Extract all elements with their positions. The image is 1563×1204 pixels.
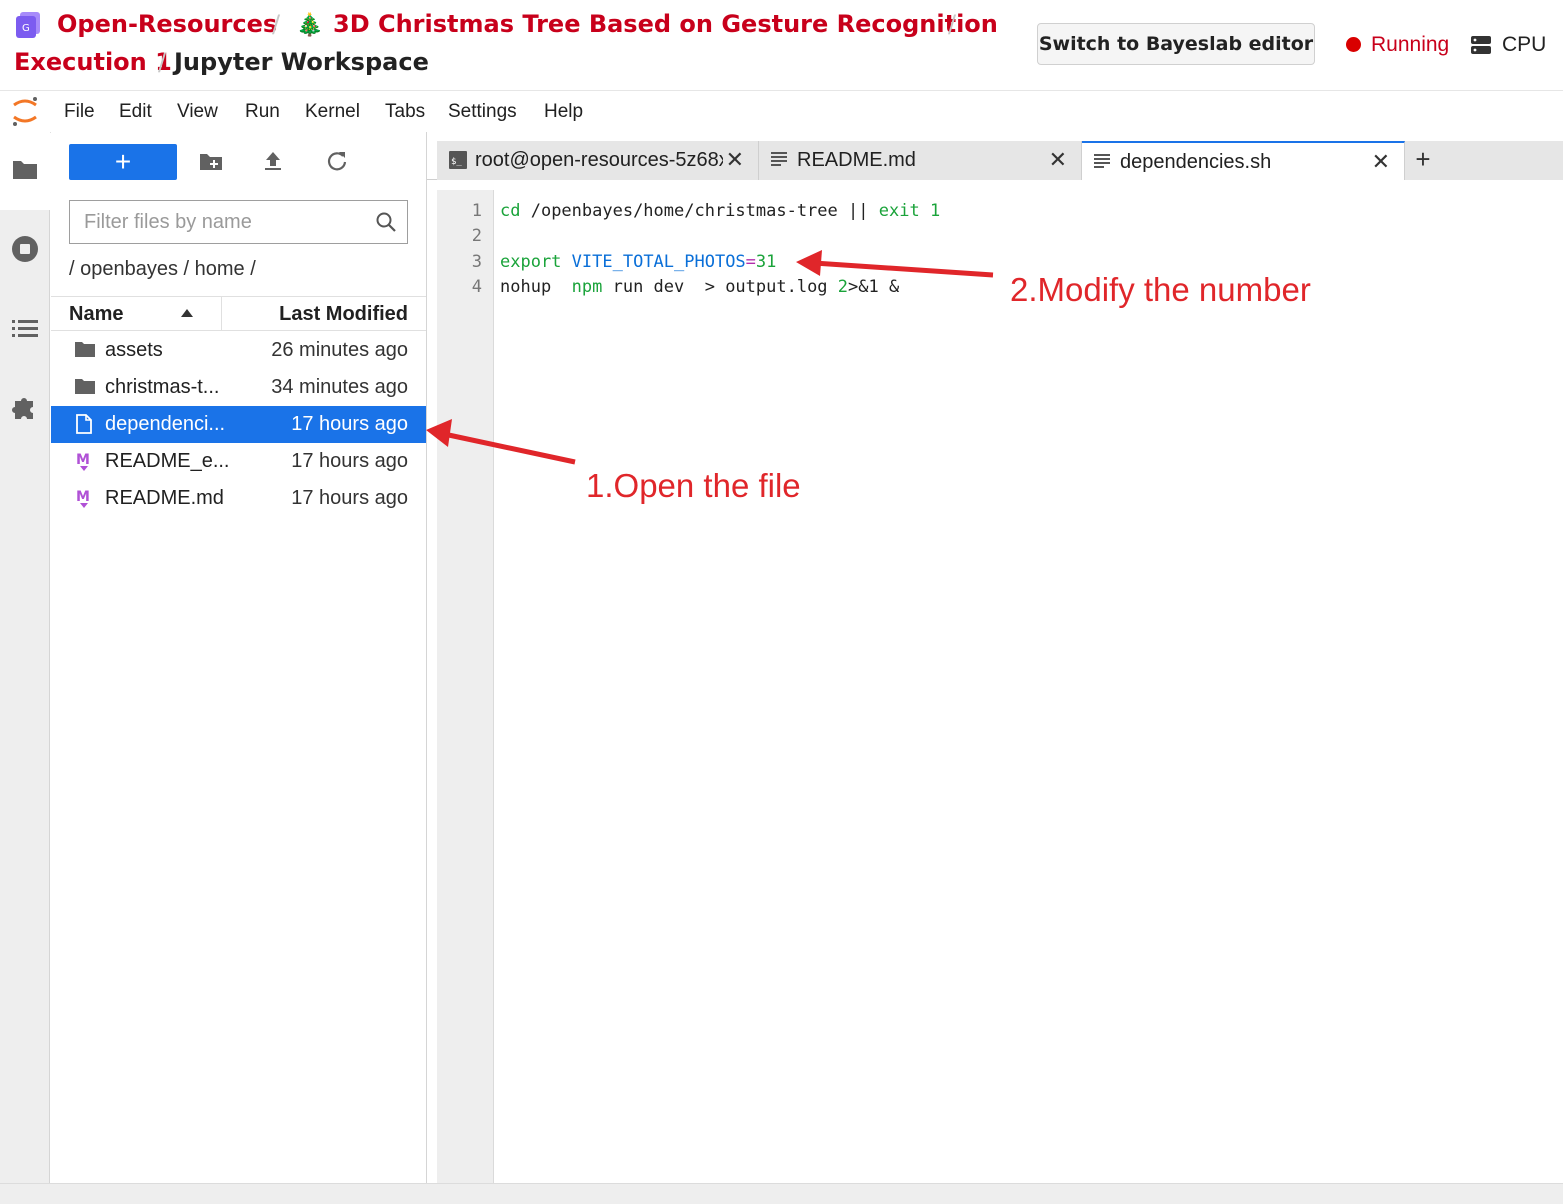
folder-icon [75, 342, 95, 357]
running-status-text: Running [1371, 33, 1450, 56]
file-row-christmas-tree[interactable]: christmas-t... 34 minutes ago [51, 369, 426, 406]
new-folder-icon[interactable] [199, 150, 223, 172]
column-divider[interactable] [221, 297, 222, 330]
menu-help[interactable]: Help [544, 101, 583, 123]
arrowhead-icon [426, 419, 452, 447]
file-name: assets [105, 339, 163, 361]
jupyter-logo-icon [13, 97, 37, 126]
breadcrumb-separator: / [158, 48, 167, 76]
code-token: || [848, 201, 869, 221]
file-modified: 34 minutes ago [271, 376, 408, 398]
tab-dependencies[interactable]: dependencies.sh ✕ [1082, 141, 1405, 180]
new-launcher-button[interactable]: + [69, 144, 177, 180]
refresh-icon[interactable] [326, 150, 348, 172]
activity-bar [0, 132, 50, 1203]
status-bar [0, 1183, 1563, 1204]
file-name: README.md [105, 487, 224, 509]
list-icon[interactable] [12, 318, 38, 340]
menu-bar [0, 91, 1563, 133]
breadcrumb-project[interactable]: 3D Christmas Tree Based on Gesture Recog… [333, 10, 998, 38]
markdown-icon: M [76, 489, 90, 508]
file-modified: 17 hours ago [291, 413, 408, 435]
puzzle-icon[interactable] [11, 393, 39, 421]
code-token: /openbayes/home/christmas-tree [520, 201, 848, 221]
code-token: exit [878, 201, 920, 221]
code-token: 1 [929, 201, 941, 221]
arrow-modify-number [813, 260, 994, 278]
file-icon [76, 414, 92, 434]
annotation-arrows [426, 250, 994, 465]
close-icon[interactable]: ✕ [1049, 149, 1067, 171]
file-row-readme-e[interactable]: M README_e... 17 hours ago [51, 443, 426, 480]
file-modified: 17 hours ago [291, 450, 408, 472]
file-name: christmas-t... [105, 376, 220, 398]
file-row-dependencies[interactable]: dependenci... 17 hours ago [51, 406, 426, 443]
file-modified: 17 hours ago [291, 487, 408, 509]
switch-editor-button[interactable]: Switch to Bayeslab editor [1037, 23, 1315, 65]
christmas-tree-emoji-icon: 🎄 [296, 12, 324, 37]
menu-settings[interactable]: Settings [448, 101, 517, 123]
close-icon[interactable]: ✕ [1372, 151, 1390, 173]
svg-text:G: G [22, 23, 30, 34]
tab-label: README.md [797, 149, 916, 171]
annotation-step-1: 1.Open the file [586, 467, 801, 504]
line-number: 1 [471, 201, 482, 221]
filter-files-input[interactable] [82, 201, 366, 243]
markdown-icon: M [76, 452, 90, 471]
breadcrumb-separator: / [948, 10, 957, 38]
menu-run[interactable]: Run [245, 101, 280, 123]
menu-view[interactable]: View [177, 101, 218, 123]
column-modified-header[interactable]: Last Modified [279, 303, 408, 326]
file-row-assets[interactable]: assets 26 minutes ago [51, 332, 426, 369]
column-name-header[interactable]: Name [69, 303, 123, 326]
svg-text:$_: $_ [451, 157, 462, 167]
tab-label: root@open-resources-5z68x [475, 149, 723, 171]
arrow-open-file [443, 431, 576, 465]
file-name: README_e... [105, 450, 230, 472]
search-icon [376, 212, 396, 232]
menu-tabs[interactable]: Tabs [385, 101, 425, 123]
breadcrumb-path[interactable]: / openbayes / home / [69, 258, 256, 281]
tab-terminal[interactable]: $_ root@open-resources-5z68x ✕ [437, 141, 759, 180]
file-browser-panel [51, 132, 427, 1203]
menu-edit[interactable]: Edit [119, 101, 152, 123]
openbayes-logo-icon: G [16, 12, 40, 38]
code-line-1[interactable]: cd /openbayes/home/christmas-tree || exi… [500, 201, 940, 221]
text-file-icon [771, 152, 787, 166]
svg-text:M: M [76, 489, 90, 505]
terminal-icon: $_ [449, 151, 467, 169]
arrowhead-icon [796, 250, 822, 276]
annotation-step-2: 2.Modify the number [1010, 271, 1311, 308]
sort-ascending-icon[interactable] [181, 309, 193, 317]
tab-label: dependencies.sh [1120, 151, 1272, 173]
server-icon [1471, 36, 1491, 54]
cpu-resource-label: CPU [1502, 33, 1547, 56]
breadcrumb-workspace: Jupyter Workspace [174, 48, 429, 76]
file-modified: 26 minutes ago [271, 339, 408, 361]
close-icon[interactable]: ✕ [726, 149, 744, 171]
folder-icon [75, 379, 95, 394]
file-name: dependenci... [105, 413, 226, 435]
folder-icon[interactable] [12, 158, 38, 180]
menu-file[interactable]: File [64, 101, 95, 123]
svg-text:M: M [76, 452, 90, 468]
breadcrumb-open-resources[interactable]: Open-Resources [57, 10, 277, 38]
filter-files-box[interactable] [69, 200, 408, 244]
tab-readme[interactable]: README.md ✕ [759, 141, 1082, 180]
breadcrumb-execution[interactable]: Execution 1 [14, 48, 172, 76]
file-row-readme-md[interactable]: M README.md 17 hours ago [51, 480, 426, 517]
running-status-dot [1346, 37, 1361, 52]
upload-icon[interactable] [263, 150, 283, 172]
text-file-icon [1094, 154, 1110, 168]
code-token: cd [500, 201, 521, 221]
add-tab-button[interactable]: + [1405, 141, 1441, 178]
breadcrumb-separator: / [272, 10, 281, 38]
stop-circle-icon[interactable] [10, 234, 40, 264]
menu-kernel[interactable]: Kernel [305, 101, 360, 123]
